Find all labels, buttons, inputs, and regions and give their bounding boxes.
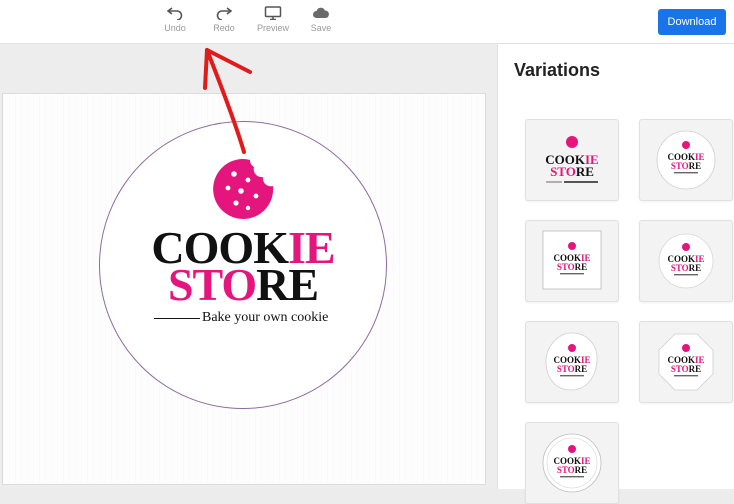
logo-circle[interactable]: COOKIE STORE Bake your own cookie (99, 121, 387, 409)
svg-text:STORE: STORE (550, 164, 594, 179)
tagline-rule (154, 318, 200, 319)
variation-preview-blob: COOKIE STORE (545, 332, 598, 391)
download-button[interactable]: Download (658, 9, 726, 35)
variation-preview-circle: COOKIE STORE (656, 130, 716, 190)
cloud-icon (313, 7, 329, 18)
svg-text:STORE: STORE (671, 364, 701, 374)
logo-word-sto: STO (167, 259, 257, 310)
monitor-icon (264, 6, 282, 20)
redo-button[interactable]: Redo (201, 6, 247, 38)
save-label: Save (310, 23, 332, 33)
svg-text:STORE: STORE (557, 465, 587, 475)
variation-card[interactable]: COOKIE STORE (525, 321, 619, 403)
variation-card[interactable]: COOKIE STORE (639, 119, 733, 201)
variation-preview-octagon: COOKIE STORE (658, 333, 714, 391)
variation-card[interactable]: COOKIE STORE (639, 220, 733, 302)
redo-icon (216, 7, 232, 20)
save-button[interactable]: Save (298, 6, 344, 38)
svg-text:STORE: STORE (671, 263, 701, 273)
preview-button[interactable]: Preview (250, 6, 296, 38)
top-toolbar: Undo Redo Preview Save Download (0, 0, 734, 44)
variations-panel: Variations COOKIE STORE COOKIE STORE COO… (497, 44, 734, 504)
preview-label: Preview (256, 23, 289, 33)
cookie-icon (213, 159, 274, 219)
variations-title: Variations (514, 60, 601, 80)
variation-card[interactable]: COOKIE STORE (639, 321, 733, 403)
canvas-area: COOKIE STORE Bake your own cookie (0, 44, 497, 489)
variation-card[interactable]: COOKIE STORE (525, 220, 619, 302)
variation-preview-ring: COOKIE STORE (542, 433, 602, 493)
undo-button[interactable]: Undo (152, 6, 198, 38)
variation-preview-plain: COOKIE STORE (545, 136, 599, 183)
variation-card[interactable]: COOKIE STORE (525, 119, 619, 201)
svg-text:STORE: STORE (557, 364, 587, 374)
redo-label: Redo (213, 23, 235, 33)
variation-preview-square: COOKIE STORE (542, 230, 602, 290)
logo-tagline: Bake your own cookie (202, 310, 329, 325)
artboard[interactable]: COOKIE STORE Bake your own cookie (2, 93, 486, 485)
svg-text:STORE: STORE (671, 161, 701, 171)
variation-card[interactable]: COOKIE STORE (525, 422, 619, 504)
variation-preview-rounded-circle: COOKIE STORE (658, 233, 714, 289)
logo-word-re: RE (256, 259, 319, 310)
logo-line-2: STORE (100, 262, 386, 308)
undo-icon (167, 7, 183, 20)
undo-label: Undo (164, 23, 186, 33)
svg-text:STORE: STORE (557, 262, 587, 272)
